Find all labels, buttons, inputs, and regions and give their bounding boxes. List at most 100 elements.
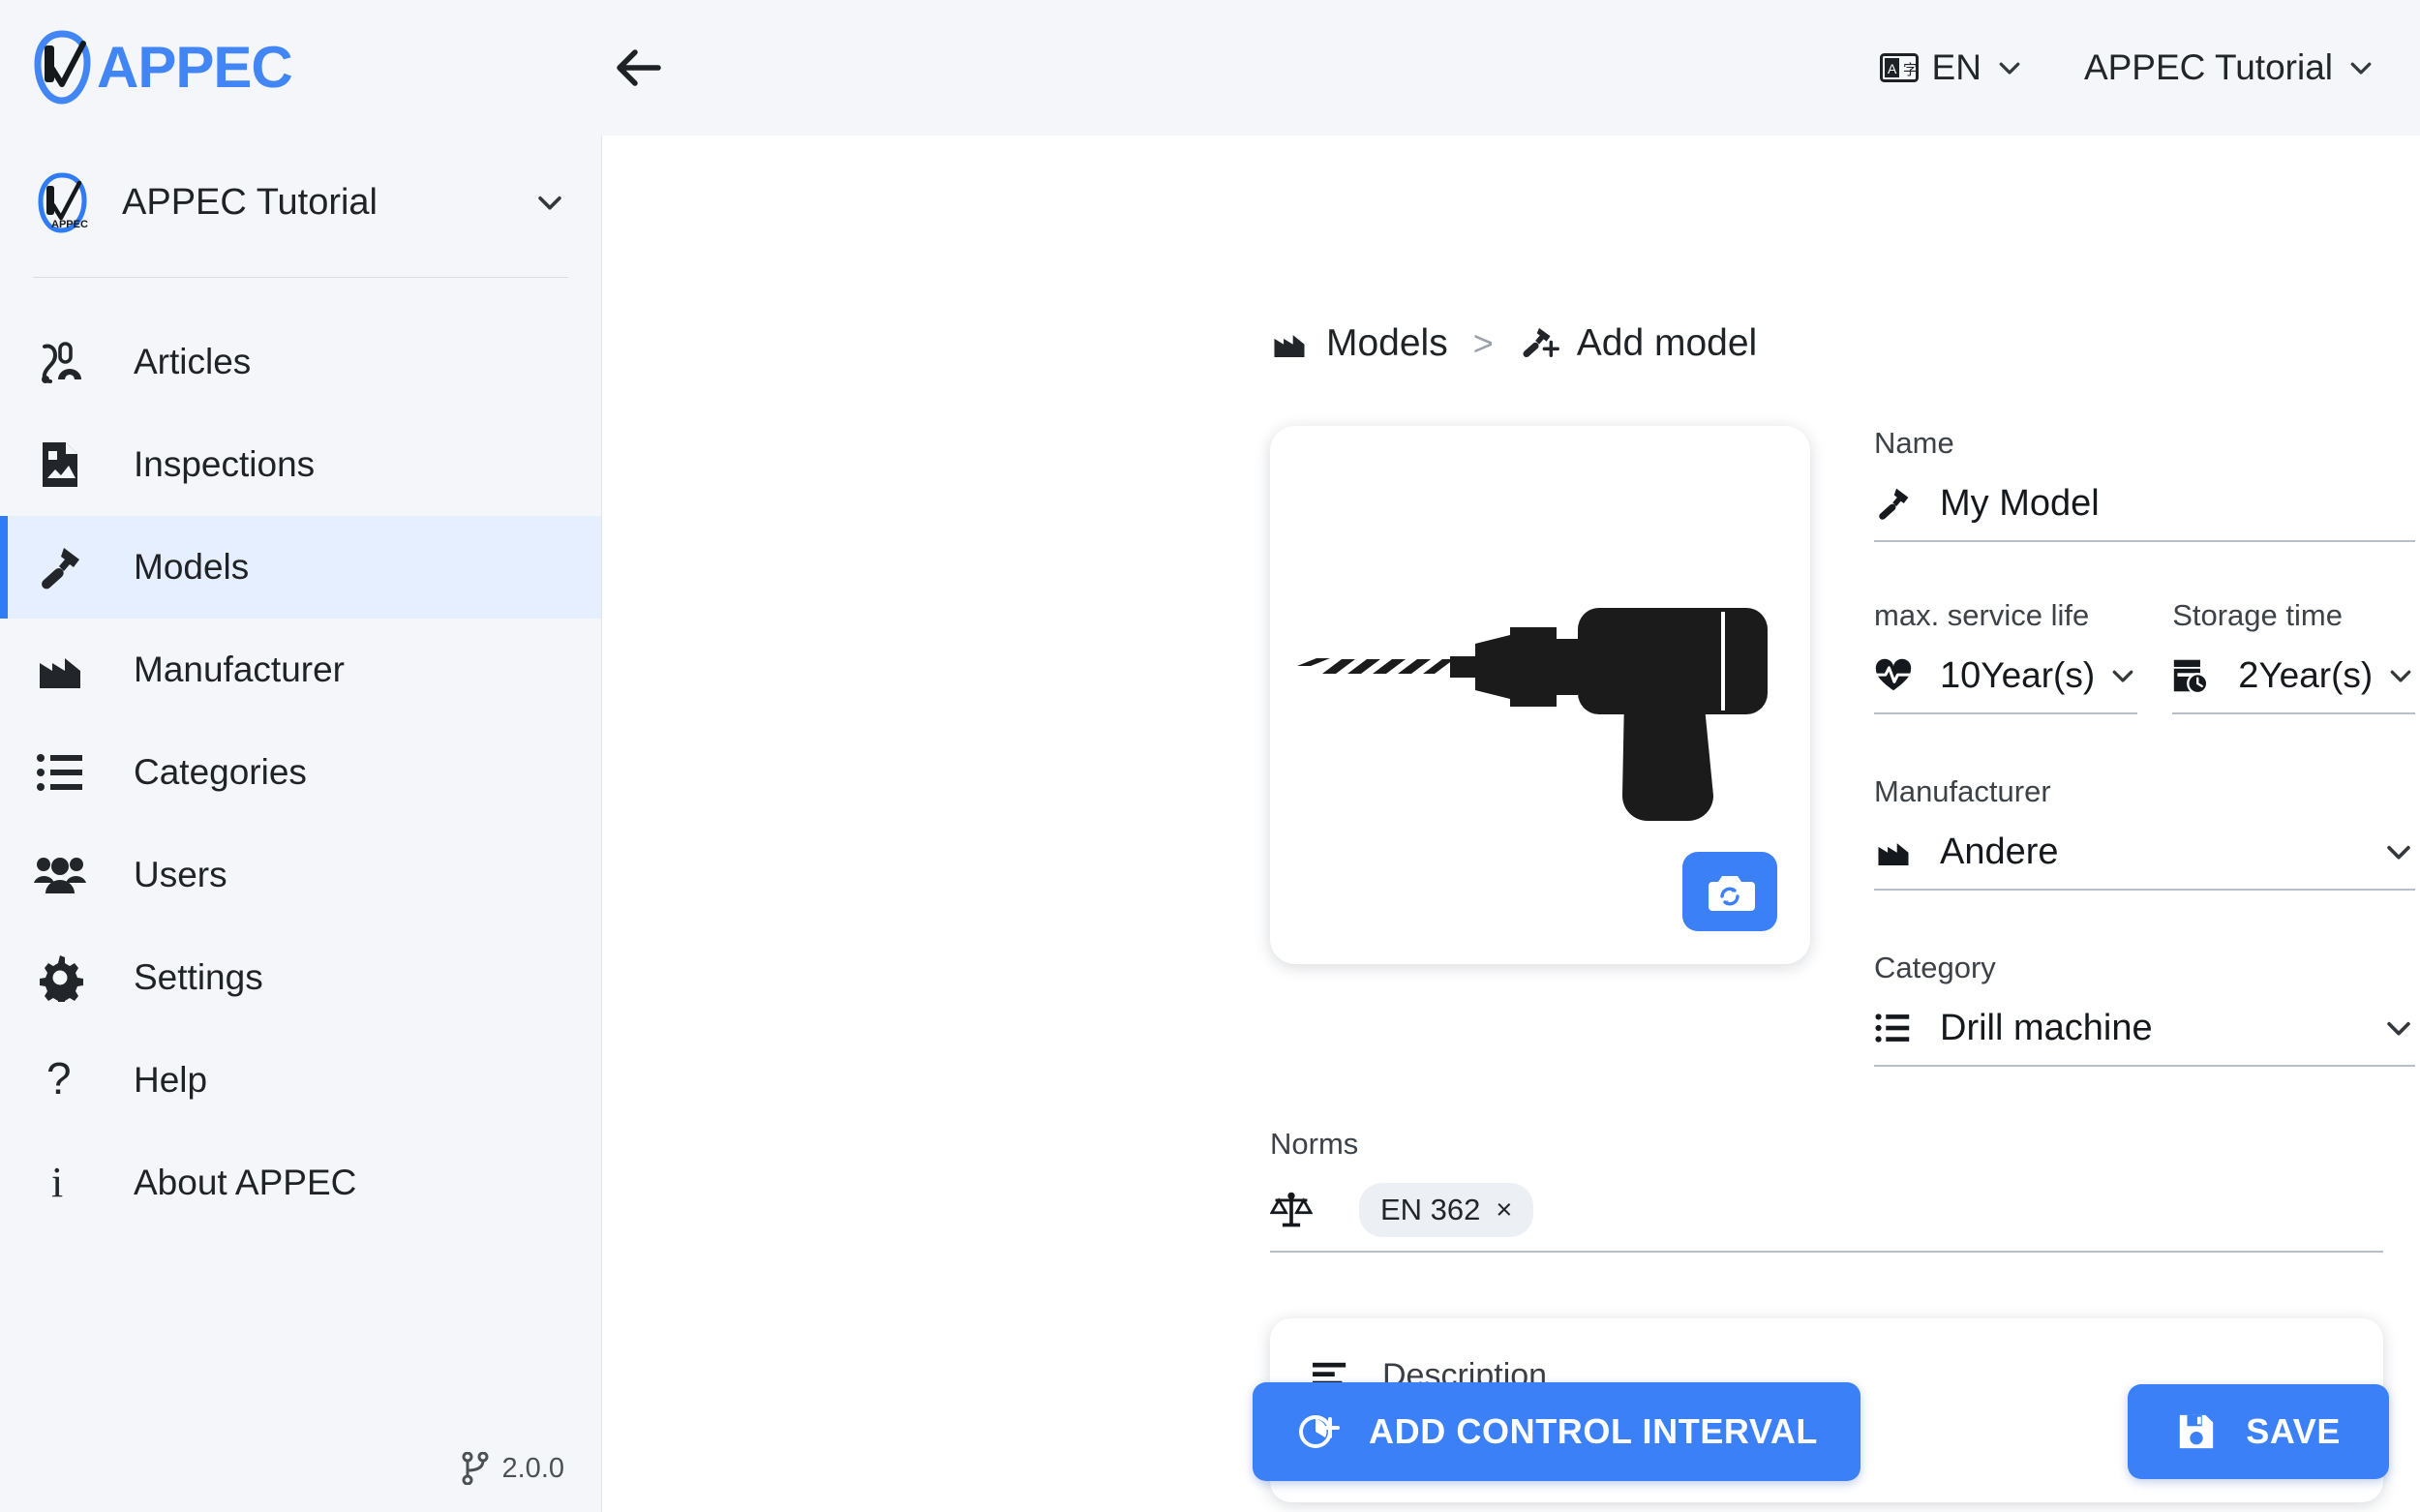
field-norms: Norms [1270,1127,2383,1253]
save-label: SAVE [2246,1411,2341,1452]
factory-icon [33,648,87,692]
service-life-unit-label: Year(s) [1981,655,2095,696]
hammer-icon [33,542,87,592]
sidebar-tenant-switcher[interactable]: APPEC APPEC Tutorial [0,136,601,240]
hammer-icon [1874,484,1926,523]
sidebar-tenant-name: APPEC Tutorial [122,182,533,224]
manufacturer-value: Andere [1940,832,2059,873]
top-bar: APPEC A 字 EN APPEC Tutorial [0,0,2420,136]
language-label: EN [1932,47,1981,88]
language-selector[interactable]: A 字 EN [1880,47,2024,88]
norms-input[interactable]: EN 362 × [1270,1183,2383,1253]
chevron-down-icon [1995,53,2024,82]
add-control-interval-button[interactable]: ADD CONTROL INTERVAL [1253,1382,1860,1481]
sidebar-item-label: Categories [134,752,307,793]
back-button[interactable] [604,33,674,103]
breadcrumb-add-model: Add model [1519,322,1757,365]
field-service-life: max. service life 10 [1874,598,2137,714]
svg-text:APPEC: APPEC [51,219,88,230]
translate-icon: A 字 [1880,53,1919,82]
norm-chip-remove-icon[interactable]: × [1496,1196,1512,1225]
top-bar-right: A 字 EN APPEC Tutorial [1880,47,2375,88]
sidebar-divider [33,277,568,278]
list-icon [33,751,87,794]
appec-carabiner-icon: APPEC [33,170,97,234]
sidebar-item-help[interactable]: ? Help [0,1029,601,1132]
name-input[interactable]: My Model [1874,482,2415,542]
sidebar-item-about[interactable]: i About APPEC [0,1132,601,1234]
chevron-down-icon [533,186,566,219]
hammer-plus-icon [1519,324,1559,363]
tenant-selector[interactable]: APPEC Tutorial [2084,47,2375,88]
chevron-down-icon [2382,835,2415,868]
sidebar-item-inspections[interactable]: Inspections [0,413,601,516]
breadcrumb-current-label: Add model [1577,322,1757,365]
users-icon [33,854,87,896]
sidebar-item-label: Manufacturer [134,650,345,690]
field-norms-label: Norms [1270,1127,2383,1162]
camera-refresh-icon [1705,870,1755,913]
storage-time-unit-select[interactable]: Year(s) [2258,655,2415,696]
gear-icon [33,953,87,1002]
storage-time-value: 2 [2238,655,2258,697]
norm-chip[interactable]: EN 362 × [1359,1183,1533,1237]
service-life-unit-select[interactable]: Year(s) [1981,655,2137,696]
arrow-left-icon [614,46,664,89]
save-button[interactable]: SAVE [2128,1384,2389,1479]
form-top-row: Name My Model [1270,426,2383,1067]
sidebar-item-articles[interactable]: Articles [0,311,601,413]
breadcrumb-separator: > [1473,323,1494,364]
field-name-label: Name [1874,426,2415,461]
sidebar: APPEC APPEC Tutorial [0,136,602,1512]
main-content: Models > Add model [602,136,2420,1512]
list-icon [1874,1012,1926,1044]
sidebar-item-models[interactable]: Models [0,516,601,619]
breadcrumb-models[interactable]: Models [1270,322,1448,365]
breadcrumb-parent-label: Models [1326,322,1448,365]
svg-text:?: ? [46,1055,72,1104]
chevron-down-icon [2108,661,2137,690]
app-logo[interactable]: APPEC [33,30,604,106]
sidebar-item-label: Inspections [134,444,315,485]
category-select[interactable]: Drill machine [1874,1007,2415,1067]
field-category: Category Drill machine [1874,951,2415,1067]
sidebar-item-label: Users [134,855,227,895]
sidebar-nav: Articles Inspections [0,311,601,1234]
service-life-input[interactable]: 10 Year(s) [1874,654,2137,714]
chevron-down-icon [2346,53,2375,82]
form-actions: ADD CONTROL INTERVAL SAVE [1253,1382,2389,1481]
git-branch-icon [462,1452,489,1485]
svg-text:字: 字 [1903,62,1918,78]
heartbeat-icon [1874,658,1926,693]
tenant-label: APPEC Tutorial [2084,47,2333,88]
sidebar-item-settings[interactable]: Settings [0,926,601,1029]
carabiner-helmet-icon [33,337,87,387]
field-storage-time-label: Storage time [2172,598,2415,633]
field-service-life-label: max. service life [1874,598,2137,633]
field-storage-time: Storage time [2172,598,2415,714]
info-icon: i [33,1158,87,1208]
field-category-label: Category [1874,951,2415,985]
model-image-card [1270,426,1810,964]
change-photo-button[interactable] [1682,852,1777,931]
factory-icon [1874,835,1926,868]
app-version: 2.0.0 [462,1452,565,1485]
control-interval-icon [1295,1409,1340,1454]
sidebar-item-label: Settings [134,957,263,998]
drill-machine-image [1287,542,1793,832]
app-root: APPEC A 字 EN APPEC Tutorial [0,0,2420,1512]
sidebar-item-categories[interactable]: Categories [0,721,601,824]
app-logo-text: APPEC [97,39,292,97]
sidebar-item-manufacturer[interactable]: Manufacturer [0,619,601,721]
manufacturer-select[interactable]: Andere [1874,831,2415,891]
storage-time-input[interactable]: 2 Year(s) [2172,654,2415,714]
add-control-interval-label: ADD CONTROL INTERVAL [1369,1411,1818,1452]
calendar-clock-icon [2172,656,2224,695]
field-manufacturer-label: Manufacturer [1874,774,2415,809]
sidebar-item-label: Help [134,1060,207,1101]
form-fields: Name My Model [1874,426,2415,1067]
body: APPEC APPEC Tutorial [0,136,2420,1512]
version-label: 2.0.0 [502,1453,565,1485]
save-floppy-icon [2176,1411,2217,1452]
sidebar-item-users[interactable]: Users [0,824,601,926]
